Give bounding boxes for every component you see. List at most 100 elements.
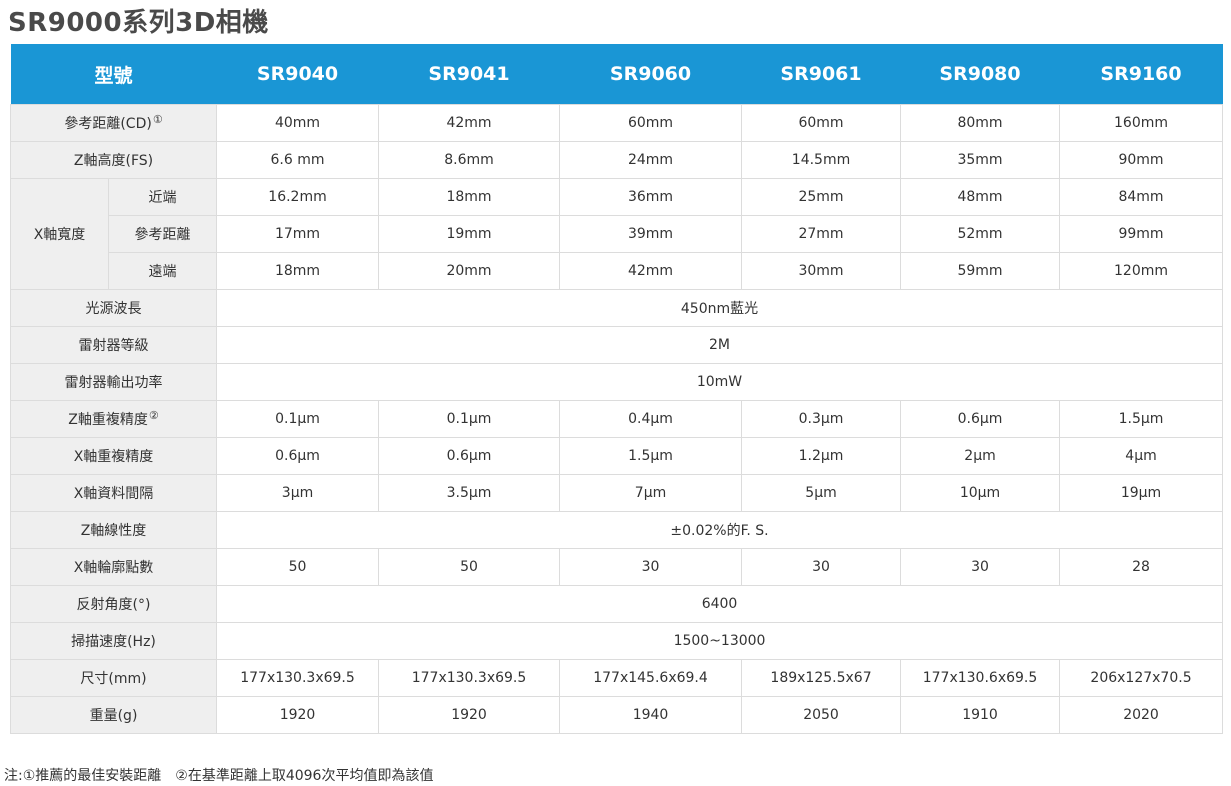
table-row: X軸重複精度 0.6μm 0.6μm 1.5μm 1.2μm 2μm 4μm [9, 437, 1224, 475]
table-cell: 1.5μm [1059, 400, 1224, 438]
table-cell-merged: 450nm藍光 [216, 289, 1224, 327]
table-row: 反射角度(°) 6400 [9, 585, 1224, 623]
table-cell: 3.5μm [378, 474, 561, 512]
table-cell: 16.2mm [216, 178, 380, 216]
table-cell: 1940 [559, 696, 743, 734]
table-cell: 160mm [1059, 104, 1224, 142]
footnote-marker: ② [148, 409, 159, 422]
table-row: 尺寸(mm) 177x130.3x69.5 177x130.3x69.5 177… [9, 659, 1224, 697]
table-cell: 1.5μm [559, 437, 743, 475]
table-cell: 2020 [1059, 696, 1224, 734]
table-cell: 0.3μm [741, 400, 902, 438]
row-label: Z軸高度(FS) [9, 141, 218, 179]
table-cell: 50 [216, 548, 380, 586]
table-row: 參考距離(CD)① 40mm 42mm 60mm 60mm 80mm 160mm [9, 104, 1224, 142]
table-row: Z軸高度(FS) 6.6 mm 8.6mm 24mm 14.5mm 35mm 9… [9, 141, 1224, 179]
row-label: X軸重複精度 [9, 437, 218, 475]
footnote-marker: ① [152, 113, 163, 126]
table-row: 雷射器等級 2M [9, 326, 1224, 364]
header-model: SR9061 [741, 44, 901, 105]
table-row: Z軸重複精度② 0.1μm 0.1μm 0.4μm 0.3μm 0.6μm 1.… [9, 400, 1224, 438]
table-cell: 0.6μm [378, 437, 561, 475]
table-cell: 206x127x70.5 [1059, 659, 1224, 697]
table-cell-merged: 10mW [216, 363, 1224, 401]
table-cell: 10μm [900, 474, 1061, 512]
footnote: 注:①推薦的最佳安裝距離 ②在基準距離上取4096次平均值即為該值 [4, 768, 434, 784]
header-model: SR9040 [216, 44, 379, 105]
header-model: SR9160 [1059, 44, 1223, 105]
row-label: 反射角度(°) [9, 585, 218, 623]
table-cell: 24mm [559, 141, 743, 179]
table-row: X軸寬度 近端 16.2mm 18mm 36mm 25mm 48mm 84mm [10, 178, 1224, 290]
header-row: 型號 SR9040 SR9041 SR9060 SR9061 SR9080 SR… [10, 44, 1223, 105]
header-model: SR9060 [559, 44, 742, 105]
table-cell: 177x130.3x69.5 [216, 659, 380, 697]
table-cell: 18mm [216, 252, 380, 290]
table-cell: 39mm [559, 215, 743, 253]
row-label: 參考距離(CD)① [9, 104, 218, 142]
table-cell: 14.5mm [741, 141, 902, 179]
table-cell: 20mm [378, 252, 561, 290]
table-cell-merged: 6400 [216, 585, 1224, 623]
page-title: SR9000系列3D相機 [8, 8, 269, 38]
row-sublabel: 參考距離 [107, 215, 218, 253]
row-label: X軸輪廓點數 [9, 548, 218, 586]
table-cell: 50 [378, 548, 561, 586]
table-cell: 177x145.6x69.4 [559, 659, 743, 697]
row-label-text: Z軸重複精度 [68, 412, 148, 428]
table-cell: 189x125.5x67 [741, 659, 902, 697]
table-row: Z軸線性度 ±0.02%的F. S. [9, 511, 1224, 549]
table-cell: 19μm [1059, 474, 1224, 512]
table-cell: 177x130.3x69.5 [378, 659, 561, 697]
table-cell: 48mm [900, 178, 1061, 216]
table-cell: 36mm [559, 178, 743, 216]
table-cell: 99mm [1059, 215, 1224, 253]
table-cell: 42mm [378, 104, 561, 142]
header-model-label: 型號 [10, 44, 217, 105]
table-row: 遠端 18mm 20mm 42mm 30mm 59mm 120mm [11, 252, 1224, 290]
table-cell: 0.6μm [216, 437, 380, 475]
table-cell: 1.2μm [741, 437, 902, 475]
table-cell-merged: ±0.02%的F. S. [216, 511, 1224, 549]
table-row: 雷射器輸出功率 10mW [9, 363, 1224, 401]
header-model: SR9080 [900, 44, 1060, 105]
table-cell: 40mm [216, 104, 380, 142]
table-cell: 177x130.6x69.5 [900, 659, 1061, 697]
table-cell: 30 [741, 548, 902, 586]
table-cell: 28 [1059, 548, 1224, 586]
table-cell: 18mm [378, 178, 561, 216]
table-row: X軸輪廓點數 50 50 30 30 30 28 [9, 548, 1224, 586]
table-cell: 7μm [559, 474, 743, 512]
table-cell: 30 [559, 548, 743, 586]
table-cell: 60mm [559, 104, 743, 142]
table-cell: 0.6μm [900, 400, 1061, 438]
row-sublabel: 遠端 [107, 252, 218, 290]
row-label: 重量(g) [9, 696, 218, 734]
table-cell: 60mm [741, 104, 902, 142]
table-cell: 17mm [216, 215, 380, 253]
table-cell: 30 [900, 548, 1061, 586]
table-cell: 0.1μm [216, 400, 380, 438]
table-cell: 42mm [559, 252, 743, 290]
table-row: 掃描速度(Hz) 1500~13000 [9, 622, 1224, 660]
table-cell-merged: 2M [216, 326, 1224, 364]
row-label: 雷射器等級 [9, 326, 218, 364]
table-cell: 52mm [900, 215, 1061, 253]
row-label: Z軸線性度 [9, 511, 218, 549]
row-label: 掃描速度(Hz) [9, 622, 218, 660]
table-cell: 3μm [216, 474, 380, 512]
table-cell: 1920 [216, 696, 380, 734]
table-row: 光源波長 450nm藍光 [9, 289, 1224, 327]
table-cell: 2μm [900, 437, 1061, 475]
table-cell: 6.6 mm [216, 141, 380, 179]
row-sublabel: 近端 [107, 178, 218, 216]
row-label: 光源波長 [9, 289, 218, 327]
row-label: Z軸重複精度② [9, 400, 218, 438]
table-cell: 59mm [900, 252, 1061, 290]
table-cell: 0.1μm [378, 400, 561, 438]
table-cell: 35mm [900, 141, 1061, 179]
row-group-label: X軸寬度 [10, 178, 109, 290]
row-label: 雷射器輸出功率 [9, 363, 218, 401]
table-row: X軸資料間隔 3μm 3.5μm 7μm 5μm 10μm 19μm [9, 474, 1224, 512]
table-cell: 4μm [1059, 437, 1224, 475]
